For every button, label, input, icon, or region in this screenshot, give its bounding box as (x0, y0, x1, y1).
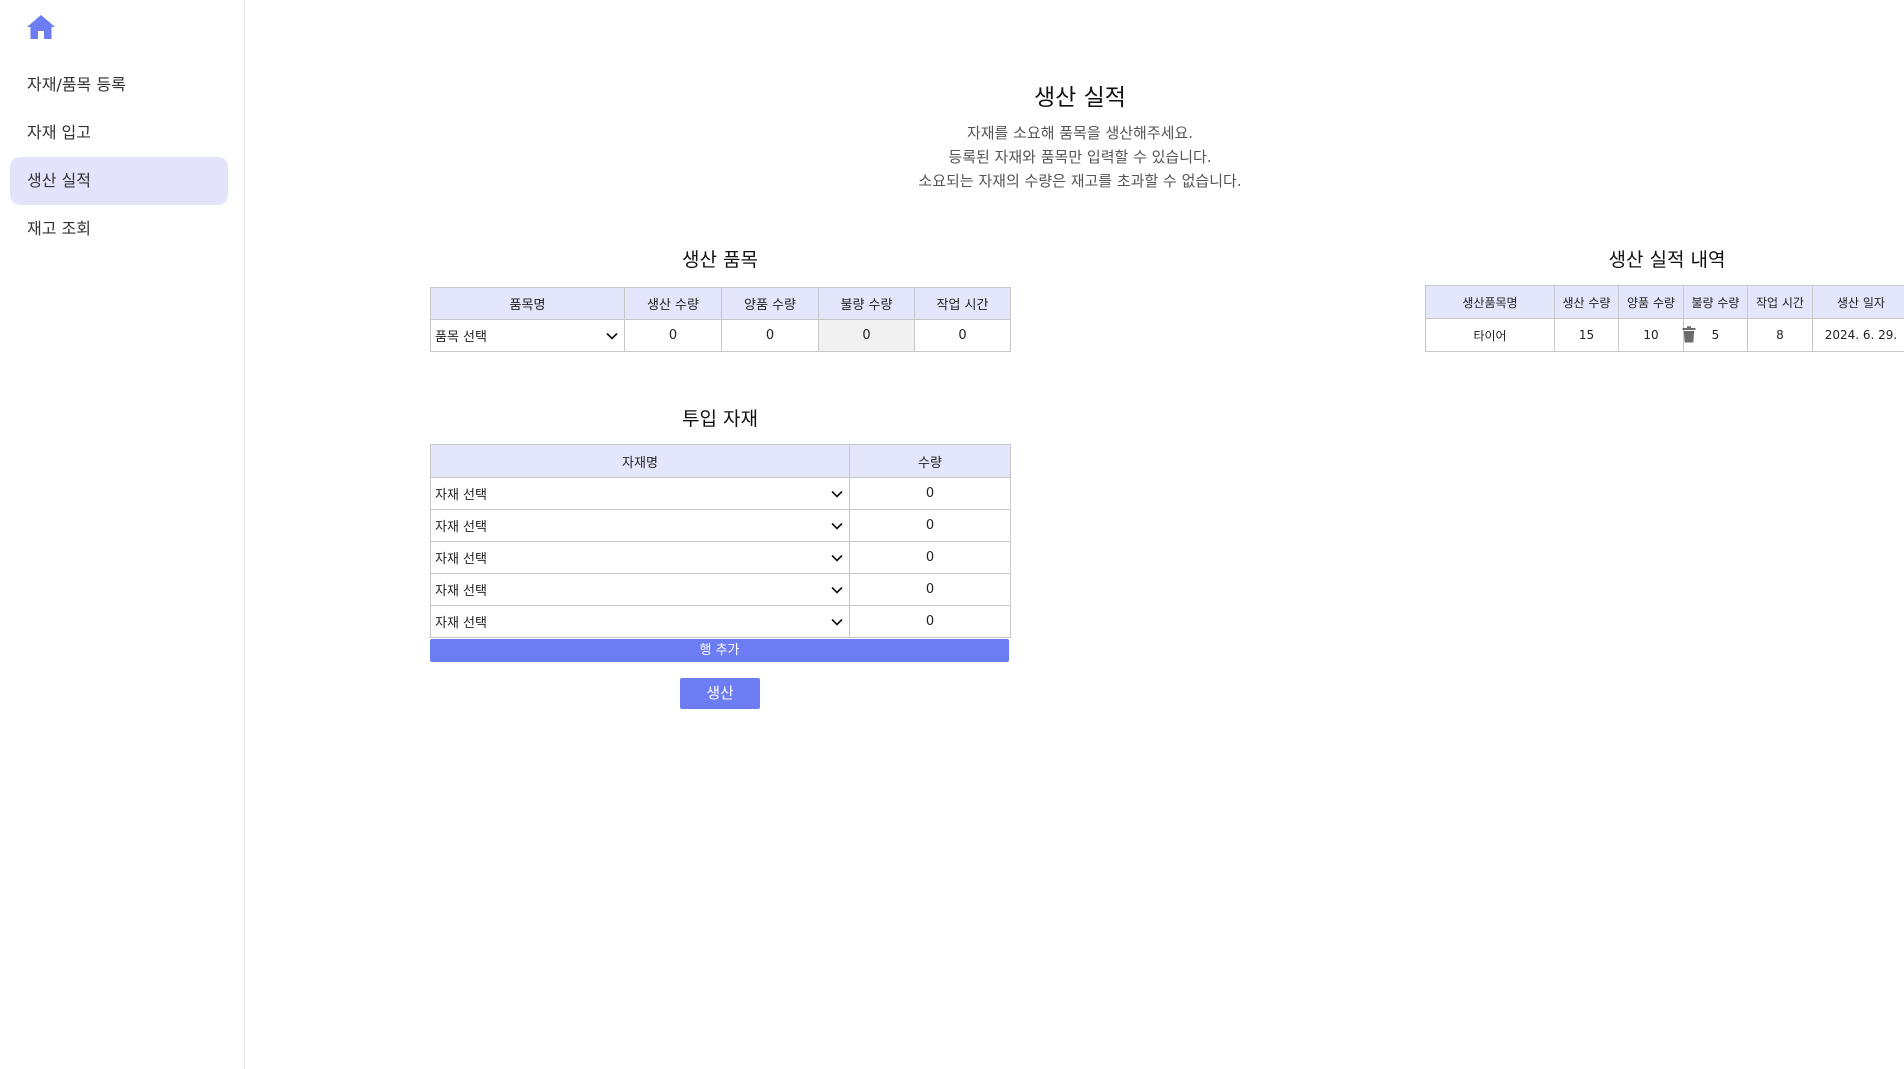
material-select-value: 자재 선택 (435, 584, 487, 599)
column-header: 작업 시간 (914, 287, 1011, 320)
column-header: 양품 수량 (1618, 285, 1684, 319)
trash-icon[interactable] (1682, 326, 1696, 343)
column-header: 양품 수량 (721, 287, 819, 320)
table-row: 타이어 15 10 5 8 2024. 6. 29. (1425, 318, 1904, 352)
main-content: 생산 실적 자재를 소요해 품목을 생산해주세요. 등록된 자재와 품목만 입력… (245, 0, 1904, 1069)
chevron-down-icon (831, 618, 843, 626)
page-description: 자재를 소요해 품목을 생산해주세요. 등록된 자재와 품목만 입력할 수 있습… (245, 121, 1904, 193)
material-select[interactable]: 자재 선택 (430, 573, 850, 606)
chevron-down-icon (831, 522, 843, 530)
description-line: 등록된 자재와 품목만 입력할 수 있습니다. (948, 148, 1212, 166)
add-row-button[interactable]: 행 추가 (430, 639, 1009, 662)
material-qty-input[interactable]: 0 (849, 573, 1011, 606)
history-date-cell: 2024. 6. 29. (1812, 318, 1904, 352)
history-good-cell: 10 (1618, 318, 1684, 352)
material-qty-input[interactable]: 0 (849, 509, 1011, 542)
sidebar-nav: 자재/품목 등록 자재 입고 생산 실적 재고 조회 (10, 61, 228, 253)
produced-qty-input[interactable]: 0 (624, 319, 722, 352)
page-title: 생산 실적 (1034, 85, 1126, 111)
material-select-value: 자재 선택 (435, 488, 487, 503)
material-select[interactable]: 자재 선택 (430, 605, 850, 638)
column-header: 생산 수량 (1554, 285, 1619, 319)
history-section-title: 생산 실적 내역 (1608, 249, 1726, 271)
material-qty-input[interactable]: 0 (849, 477, 1011, 510)
sidebar-item-material-receipt[interactable]: 자재 입고 (10, 109, 228, 157)
product-select[interactable]: 품목 선택 (430, 319, 625, 352)
description-line: 자재를 소요해 품목을 생산해주세요. (966, 124, 1194, 142)
material-select[interactable]: 자재 선택 (430, 477, 850, 510)
chevron-down-icon (831, 490, 843, 498)
material-select[interactable]: 자재 선택 (430, 541, 850, 574)
description-line: 소요되는 자재의 수량은 재고를 초과할 수 없습니다. (918, 172, 1242, 190)
sidebar-item-production[interactable]: 생산 실적 (10, 157, 228, 205)
produce-button[interactable]: 생산 (680, 678, 760, 709)
column-header: 작업 시간 (1747, 285, 1813, 319)
history-work-time-cell: 8 (1747, 318, 1813, 352)
material-select-value: 자재 선택 (435, 552, 487, 567)
product-table: 품목명 생산 수량 양품 수량 불량 수량 작업 시간 품목 선택 0 0 0 … (430, 287, 1011, 352)
column-header: 불량 수량 (818, 287, 915, 320)
sidebar-item-inventory[interactable]: 재고 조회 (10, 205, 228, 253)
column-header: 자재명 (430, 444, 850, 478)
history-produced-cell: 15 (1554, 318, 1619, 352)
home-icon[interactable] (26, 14, 56, 40)
history-table: 생산품목명 생산 수량 양품 수량 불량 수량 작업 시간 생산 일자 타이어 … (1425, 285, 1904, 352)
column-header: 품목명 (430, 287, 625, 320)
column-header: 생산품목명 (1425, 285, 1555, 319)
product-select-value: 품목 선택 (435, 330, 487, 345)
column-header: 생산 수량 (624, 287, 722, 320)
product-section-title: 생산 품목 (682, 249, 758, 271)
work-time-input[interactable]: 0 (914, 319, 1011, 352)
material-qty-input[interactable]: 0 (849, 541, 1011, 574)
materials-table: 자재명 수량 자재 선택 0 자재 선택 0 자재 선택 0 자재 선택 0 자… (430, 444, 1011, 638)
sidebar-item-register[interactable]: 자재/품목 등록 (10, 61, 228, 109)
column-header: 생산 일자 (1812, 285, 1904, 319)
chevron-down-icon (606, 332, 618, 340)
column-header: 수량 (849, 444, 1011, 478)
chevron-down-icon (831, 586, 843, 594)
good-qty-input[interactable]: 0 (721, 319, 819, 352)
history-name-cell: 타이어 (1425, 318, 1555, 352)
material-select-value: 자재 선택 (435, 616, 487, 631)
material-select[interactable]: 자재 선택 (430, 509, 850, 542)
column-header: 불량 수량 (1683, 285, 1748, 319)
chevron-down-icon (831, 554, 843, 562)
materials-section-title: 투입 자재 (682, 408, 758, 430)
defect-qty-field: 0 (818, 319, 915, 352)
material-qty-input[interactable]: 0 (849, 605, 1011, 638)
sidebar: 자재/품목 등록 자재 입고 생산 실적 재고 조회 (0, 0, 245, 1069)
material-select-value: 자재 선택 (435, 520, 487, 535)
